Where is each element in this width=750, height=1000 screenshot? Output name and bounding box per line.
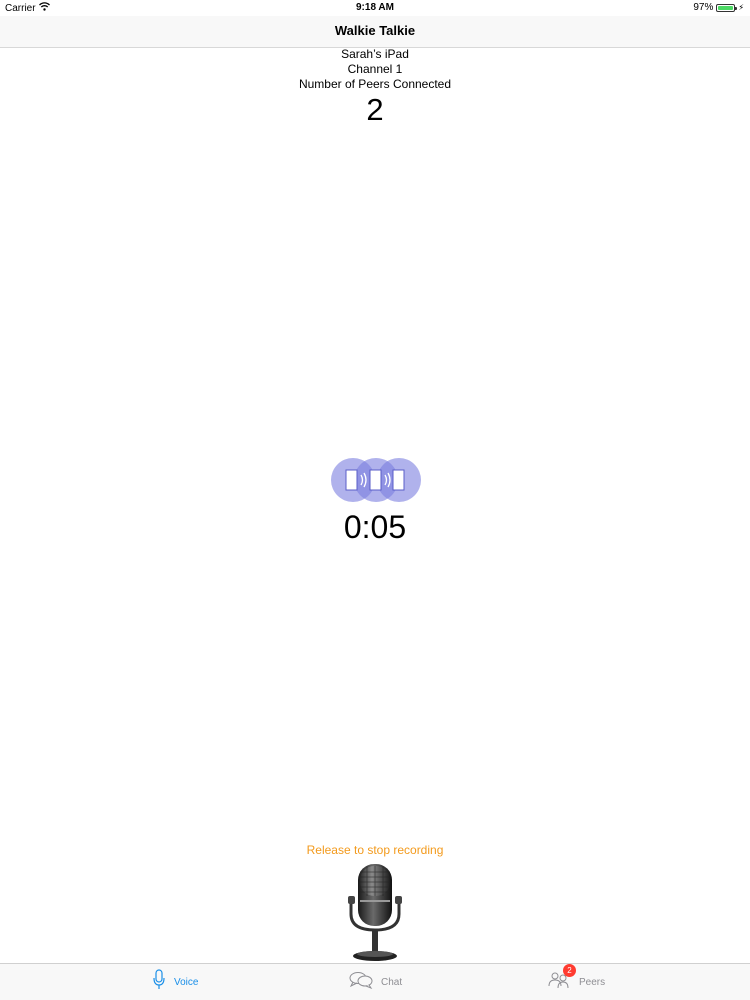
tab-bar: Voice Chat 2 Peers (0, 963, 750, 1000)
connection-info: Sarah’s iPad Channel 1 Number of Peers C… (0, 47, 750, 128)
tab-peers[interactable]: 2 Peers (547, 964, 605, 1000)
peers-badge: 2 (563, 964, 576, 977)
battery-tip (735, 6, 738, 10)
tab-chat[interactable]: Chat (349, 964, 402, 1000)
navigation-bar: Walkie Talkie (0, 16, 750, 48)
channel-label: Channel 1 (347, 62, 403, 76)
chat-bubbles-icon (349, 971, 373, 994)
walkie-talkie-screen: Carrier 9:18 AM 97% ⚡︎ Walkie Talkie Sar… (0, 0, 750, 1000)
recording-indicator-icon (330, 457, 422, 503)
charging-icon: ⚡︎ (738, 3, 744, 12)
battery-icon (716, 3, 738, 12)
device-name: Sarah’s iPad (341, 47, 409, 61)
status-time: 9:18 AM (356, 2, 394, 13)
recording-timer: 0:05 (343, 509, 407, 545)
microphone-icon[interactable] (345, 860, 405, 964)
peers-connected-label: Number of Peers Connected (298, 77, 452, 91)
page-title: Walkie Talkie (334, 23, 416, 38)
recording-hint: Release to stop recording (306, 843, 444, 857)
tab-voice[interactable]: Voice (152, 964, 198, 1000)
status-bar: Carrier 9:18 AM 97% ⚡︎ (0, 0, 750, 16)
battery-fill (718, 5, 734, 10)
battery-percent: 97% (693, 2, 714, 13)
microphone-icon (152, 969, 166, 996)
status-right: 97% ⚡︎ (693, 2, 744, 13)
tab-chat-label: Chat (381, 977, 403, 988)
tab-voice-label: Voice (174, 977, 199, 988)
peers-count: 2 (366, 92, 384, 127)
peers-icon: 2 (547, 964, 576, 995)
tab-peers-label: Peers (579, 977, 606, 988)
